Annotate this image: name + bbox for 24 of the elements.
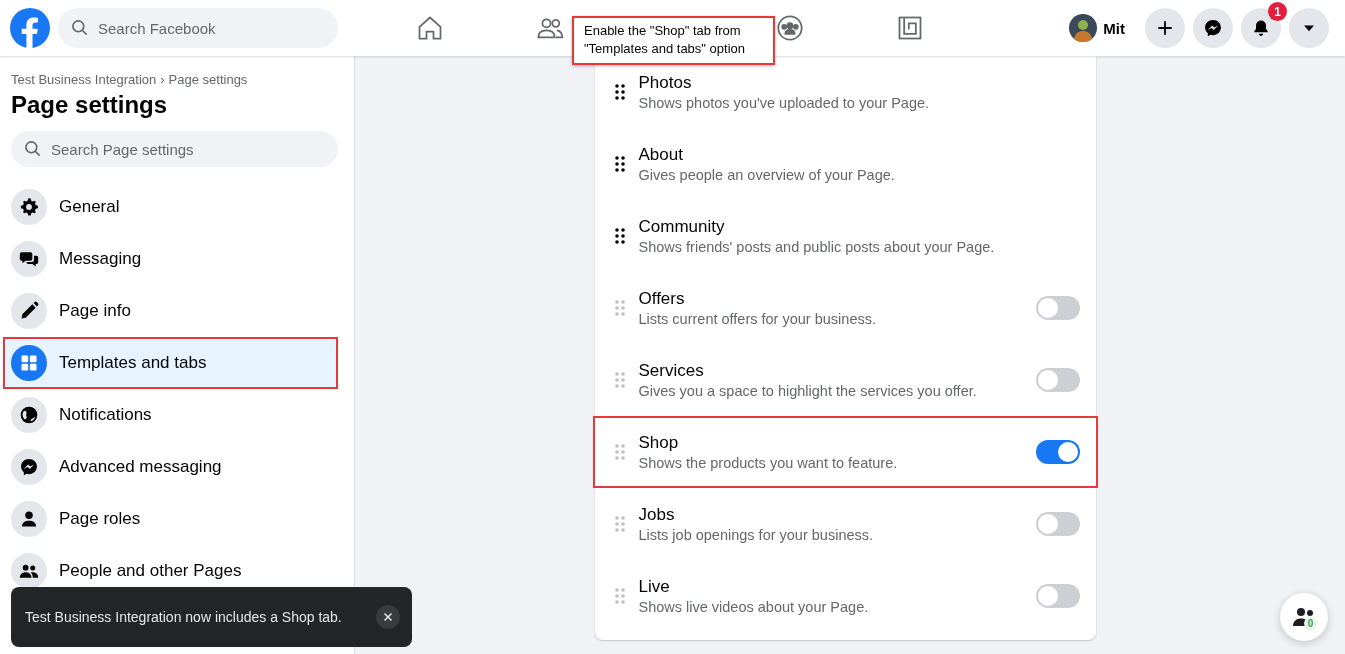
breadcrumb-separator: ›	[160, 72, 165, 87]
tab-description: Gives you a space to highlight the services you offer.	[638, 383, 978, 399]
tab-description: Shows live videos about your Page.	[638, 599, 870, 615]
tab-title: Offers	[638, 289, 686, 309]
tab-description: Shows photos you've uploaded to your Page.	[638, 95, 931, 111]
tab-title: Services	[638, 361, 705, 381]
tab-description: Shows the products you want to feature.	[638, 455, 899, 471]
tab-title: Photos	[638, 73, 693, 93]
tab-description: Lists job openings for your business.	[638, 527, 875, 543]
tab-description: Shows friends' posts and public posts about your Page.	[638, 239, 996, 255]
toast-message: Test Business Integration now includes a Shop tab.	[25, 609, 343, 625]
tab-description: Lists current offers for your business.	[638, 311, 877, 327]
page-title: Page settings	[11, 91, 169, 119]
tab-title: Community	[638, 217, 726, 237]
notification-badge: 1	[1268, 2, 1287, 21]
profile-name: Mit	[1103, 19, 1125, 37]
annotation-tooltip: Enable the "Shop" tab from "Templates and tabs" option	[572, 16, 775, 65]
tab-title: Jobs	[638, 505, 676, 525]
count-badge: 0	[1304, 617, 1317, 630]
breadcrumb-current: Page settings	[168, 72, 248, 87]
tab-title: Live	[638, 577, 671, 597]
tab-description: Gives people an overview of your Page.	[638, 167, 896, 183]
tab-title: Shop	[638, 433, 680, 453]
tab-title: About	[638, 145, 684, 165]
